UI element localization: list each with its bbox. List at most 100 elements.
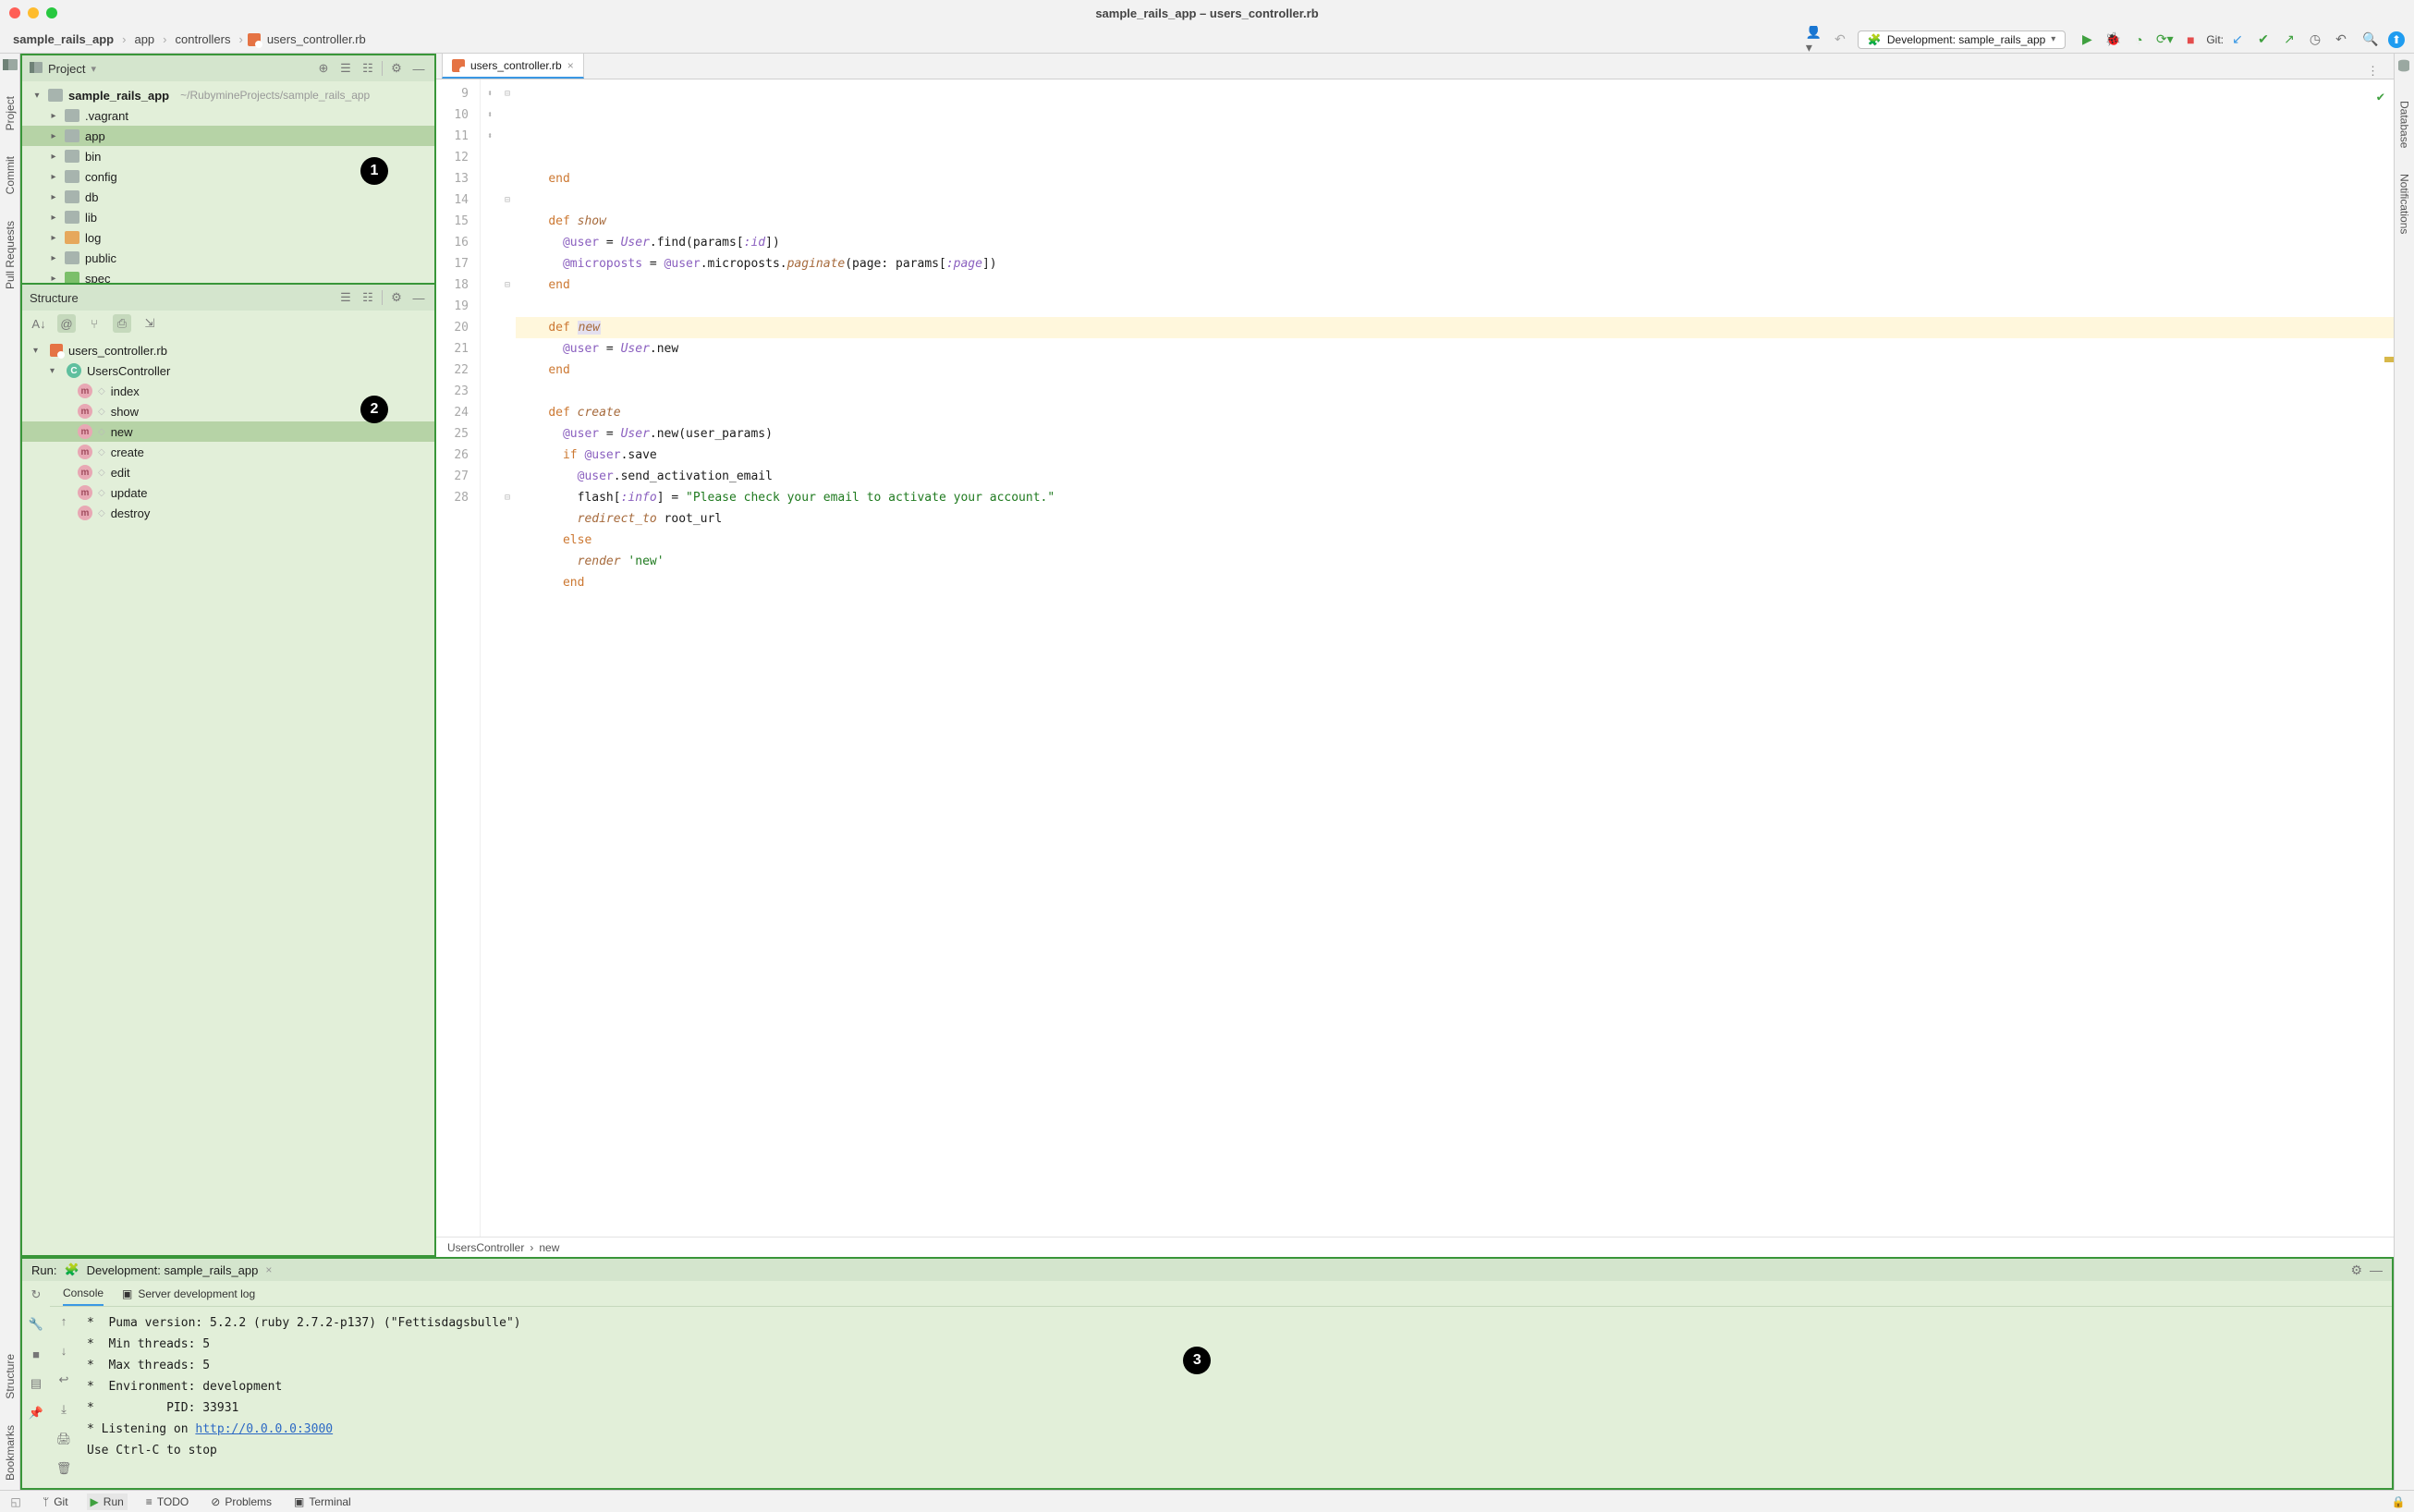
at-icon[interactable]: @ xyxy=(57,314,76,333)
editor-crumb-class[interactable]: UsersController xyxy=(447,1241,524,1254)
project-tree-item[interactable]: ▸spec xyxy=(22,268,434,283)
tree-toggle-icon[interactable]: ▸ xyxy=(48,253,59,263)
code-line[interactable]: def new xyxy=(516,317,2394,338)
code-line[interactable]: render 'new' xyxy=(516,551,2394,572)
breadcrumb-file[interactable]: users_controller.rb xyxy=(263,30,370,48)
project-stripe-icon[interactable] xyxy=(3,59,18,70)
structure-method[interactable]: m◇create xyxy=(22,442,434,462)
code-line[interactable]: @user = User.new(user_params) xyxy=(516,423,2394,445)
search-everywhere-button[interactable]: 🔍 xyxy=(2362,31,2379,48)
breadcrumb-root[interactable]: sample_rails_app xyxy=(9,30,117,48)
stop-button[interactable]: ■ xyxy=(2182,31,2199,48)
fold-column[interactable]: ⊟ ⊟ ⊟ ⊟ xyxy=(499,79,516,1237)
status-problems[interactable]: ⊘Problems xyxy=(207,1494,275,1510)
build-icon[interactable]: ↶ xyxy=(1832,31,1848,48)
sort-alpha-icon[interactable]: A↓ xyxy=(30,314,48,333)
structure-class[interactable]: ▾ C UsersController xyxy=(22,360,434,381)
code-line[interactable] xyxy=(516,296,2394,317)
breadcrumb-item[interactable]: controllers xyxy=(172,30,235,48)
scroll-up-icon[interactable]: ↑ xyxy=(55,1312,72,1329)
window-zoom-button[interactable] xyxy=(46,7,57,18)
structure-tree[interactable]: ▾ users_controller.rb ▾ C UsersControlle… xyxy=(22,336,434,1255)
wrench-icon[interactable]: 🔧 xyxy=(28,1316,44,1333)
project-tree-item[interactable]: ▸app xyxy=(22,126,434,146)
code-line[interactable]: else xyxy=(516,530,2394,551)
scroll-down-icon[interactable]: ↓ xyxy=(55,1342,72,1359)
structure-method[interactable]: m◇edit xyxy=(22,462,434,482)
commit-tool-button[interactable]: Commit xyxy=(4,156,17,194)
code-line[interactable]: end xyxy=(516,274,2394,296)
structure-method[interactable]: m◇destroy xyxy=(22,503,434,523)
code-area[interactable]: ✔ end def show @user = User.find(params[… xyxy=(516,79,2394,1237)
expand-all-icon[interactable]: ☰ xyxy=(337,60,354,77)
project-tree-item[interactable]: ▸lib xyxy=(22,207,434,227)
close-icon[interactable]: × xyxy=(265,1263,272,1276)
git-commit-button[interactable]: ✔ xyxy=(2255,31,2272,48)
console-tab[interactable]: Console xyxy=(63,1281,104,1306)
chevron-down-icon[interactable]: ▾ xyxy=(91,63,96,75)
code-line[interactable] xyxy=(516,189,2394,211)
project-root[interactable]: ▾ sample_rails_app ~/RubymineProjects/sa… xyxy=(22,85,434,105)
show-fields-icon[interactable]: ⎙ xyxy=(113,314,131,333)
project-tree-item[interactable]: ▸db xyxy=(22,187,434,207)
editor-crumb-method[interactable]: new xyxy=(539,1241,559,1254)
console-url-link[interactable]: http://0.0.0.0:3000 xyxy=(195,1422,333,1436)
soft-wrap-icon[interactable]: ↩ xyxy=(55,1372,72,1388)
code-line[interactable]: end xyxy=(516,168,2394,189)
hide-icon[interactable]: — xyxy=(410,60,427,77)
status-run[interactable]: ▶Run xyxy=(87,1494,128,1510)
select-opened-file-icon[interactable]: ⊕ xyxy=(315,60,332,77)
breadcrumb-item[interactable]: app xyxy=(130,30,158,48)
pull-requests-tool-button[interactable]: Pull Requests xyxy=(4,221,17,289)
code-line[interactable]: @user = User.find(params[:id]) xyxy=(516,232,2394,253)
status-terminal[interactable]: ▣Terminal xyxy=(290,1494,355,1510)
tool-windows-quick-access-icon[interactable]: ◱ xyxy=(7,1494,24,1510)
notifications-tool-button[interactable]: Notifications xyxy=(2398,174,2411,234)
tree-toggle-icon[interactable]: ▾ xyxy=(31,91,43,101)
gear-icon[interactable]: ⚙ xyxy=(388,289,405,306)
editor-tab[interactable]: users_controller.rb × xyxy=(442,53,584,79)
console-output[interactable]: * Puma version: 5.2.2 (ruby 2.7.2-p137) … xyxy=(78,1307,2392,1488)
project-panel-title[interactable]: Project xyxy=(48,62,85,76)
tree-toggle-icon[interactable]: ▸ xyxy=(48,131,59,141)
code-line[interactable]: end xyxy=(516,360,2394,381)
tree-toggle-icon[interactable]: ▾ xyxy=(33,346,44,356)
close-icon[interactable]: × xyxy=(567,59,574,72)
collapse-all-icon[interactable]: ☷ xyxy=(360,60,376,77)
project-tool-button[interactable]: Project xyxy=(4,96,17,130)
window-minimize-button[interactable] xyxy=(28,7,39,18)
expand-all-icon[interactable]: ☰ xyxy=(337,289,354,306)
tree-toggle-icon[interactable]: ▸ xyxy=(48,172,59,182)
database-tool-button[interactable]: Database xyxy=(2398,101,2411,148)
scroll-to-end-icon[interactable]: ⤓ xyxy=(55,1401,72,1418)
server-log-tab[interactable]: ▣ Server development log xyxy=(122,1281,255,1306)
pin-icon[interactable]: 📌 xyxy=(28,1405,44,1421)
ide-settings-sync-icon[interactable]: ⬆ xyxy=(2388,31,2405,48)
user-icon[interactable]: 👤▾ xyxy=(1806,31,1823,48)
tab-options-icon[interactable]: ⋮ xyxy=(2361,64,2384,79)
run-button[interactable]: ▶ xyxy=(2079,31,2095,48)
structure-tool-button[interactable]: Structure xyxy=(4,1354,17,1399)
editor-body[interactable]: 910111213141516171819202122232425262728 … xyxy=(436,79,2394,1237)
git-rollback-button[interactable]: ↶ xyxy=(2333,31,2349,48)
code-line[interactable]: def create xyxy=(516,402,2394,423)
stop-button[interactable]: ■ xyxy=(28,1346,44,1362)
code-line[interactable]: def show xyxy=(516,211,2394,232)
window-close-button[interactable] xyxy=(9,7,20,18)
project-tree-item[interactable]: ▸.vagrant xyxy=(22,105,434,126)
print-icon[interactable]: 🖨 xyxy=(55,1431,72,1447)
tree-toggle-icon[interactable]: ▸ xyxy=(48,152,59,162)
tree-toggle-icon[interactable]: ▸ xyxy=(48,274,59,284)
project-tree-item[interactable]: ▸public xyxy=(22,248,434,268)
clear-all-icon[interactable]: 🗑 xyxy=(55,1460,72,1477)
gear-icon[interactable]: ⚙ xyxy=(2350,1262,2362,1278)
collapse-all-icon[interactable]: ☷ xyxy=(360,289,376,306)
code-line[interactable]: end xyxy=(516,572,2394,593)
structure-method[interactable]: m◇new xyxy=(22,421,434,442)
tree-toggle-icon[interactable]: ▸ xyxy=(48,233,59,243)
editor-overview-ruler[interactable] xyxy=(2383,79,2394,1237)
gear-icon[interactable]: ⚙ xyxy=(388,60,405,77)
project-tree-item[interactable]: ▸log xyxy=(22,227,434,248)
code-line[interactable]: @user = User.new xyxy=(516,338,2394,360)
structure-method[interactable]: m◇update xyxy=(22,482,434,503)
